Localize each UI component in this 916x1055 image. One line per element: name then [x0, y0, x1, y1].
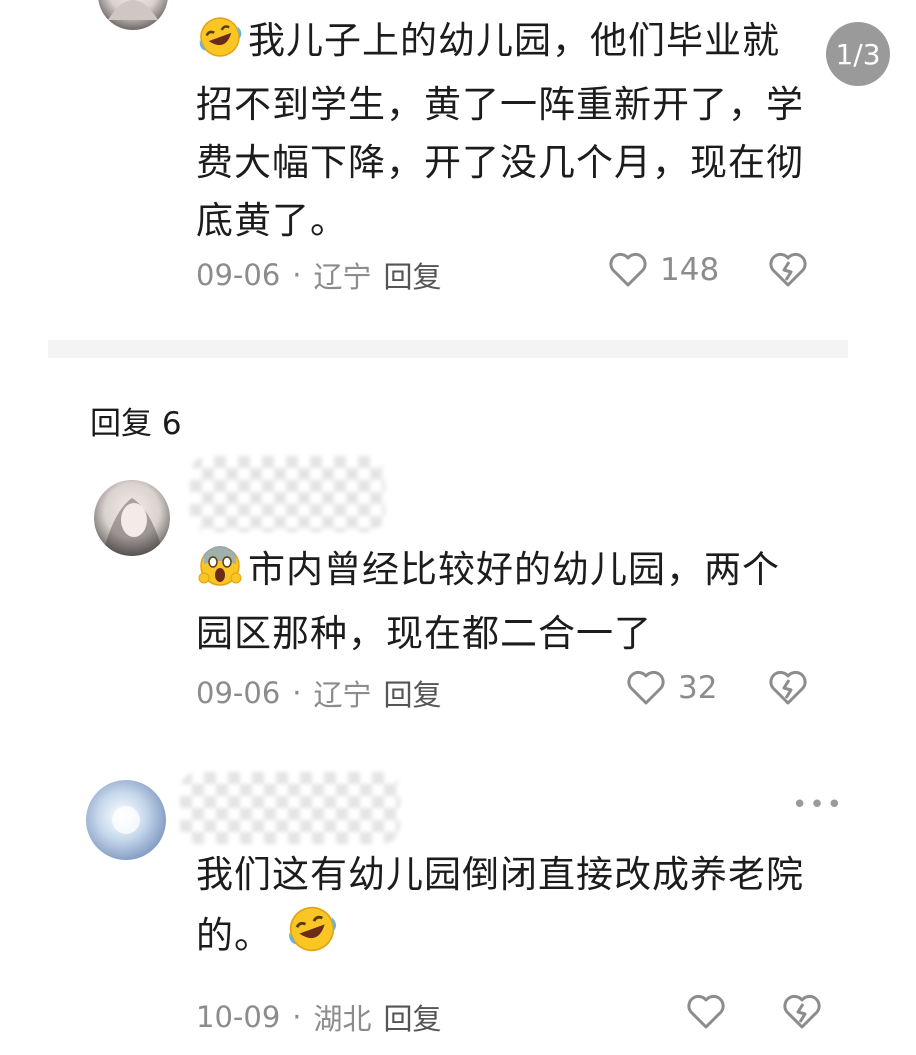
- comment-date: 09-06: [196, 676, 281, 710]
- like-count: 32: [678, 670, 718, 706]
- comment-location: 辽宁: [313, 260, 372, 294]
- comment-meta: 09-06 · 辽宁 回复: [196, 672, 442, 714]
- broken-heart-icon: [783, 994, 821, 1029]
- comment-meta: 10-09 · 湖北 回复: [196, 996, 442, 1038]
- comment-meta: 09-06 · 辽宁 回复: [196, 254, 442, 296]
- dislike-button[interactable]: [782, 994, 822, 1034]
- heart-icon: [627, 670, 665, 705]
- dislike-button[interactable]: [768, 252, 808, 292]
- avatar[interactable]: [98, 0, 168, 30]
- username-blurred[interactable]: [190, 456, 385, 532]
- reply-button[interactable]: 回复: [384, 254, 442, 296]
- heart-icon: [687, 994, 725, 1029]
- avatar[interactable]: [94, 480, 170, 556]
- like-button[interactable]: 32: [626, 670, 717, 706]
- section-divider: [48, 340, 848, 358]
- like-button[interactable]: [686, 994, 726, 1030]
- like-button[interactable]: 148: [608, 252, 719, 288]
- comment-text: 我儿子上的幼儿园，他们毕业就招不到学生，黄了一阵重新开了，学费大幅下降，开了没几…: [196, 12, 806, 250]
- broken-heart-icon: [769, 670, 807, 705]
- reply-button[interactable]: 回复: [384, 996, 442, 1038]
- comment-date: 09-06: [196, 258, 281, 292]
- more-options-icon[interactable]: •••: [792, 790, 844, 820]
- page-indicator: 1/3: [826, 22, 890, 86]
- replies-count-title: 回复 6: [90, 406, 182, 442]
- heart-icon: [609, 252, 647, 287]
- meta-separator: ·: [292, 676, 302, 710]
- comment-location: 湖北: [313, 1002, 372, 1036]
- laughing-crying-face-icon: [196, 15, 244, 76]
- username-blurred[interactable]: [180, 772, 400, 844]
- reply-button[interactable]: 回复: [384, 672, 442, 714]
- comment-text: 我们这有幼儿园倒闭直接改成养老院 的。: [196, 846, 836, 971]
- meta-separator: ·: [292, 258, 302, 292]
- comment-text: 市内曾经比较好的幼儿园，两个园区那种，现在都二合一了: [196, 540, 806, 663]
- meta-separator: ·: [292, 1000, 302, 1034]
- avatar[interactable]: [86, 780, 166, 860]
- comment-location: 辽宁: [313, 678, 372, 712]
- screaming-face-icon: [196, 540, 244, 605]
- comment-date: 10-09: [196, 1000, 281, 1034]
- laughing-crying-face-icon: [285, 904, 339, 971]
- dislike-button[interactable]: [768, 670, 808, 710]
- broken-heart-icon: [769, 252, 807, 287]
- like-count: 148: [660, 252, 720, 288]
